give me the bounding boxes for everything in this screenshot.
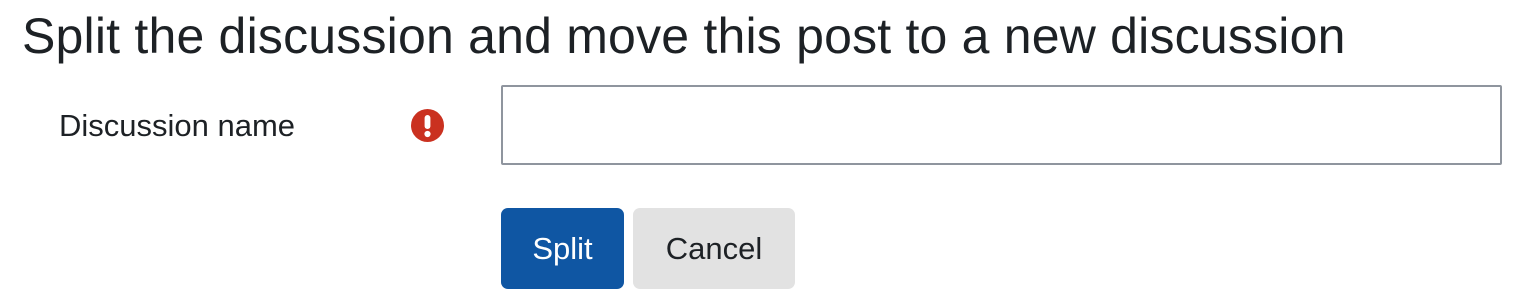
page-title: Split the discussion and move this post …	[22, 8, 1346, 64]
cancel-button[interactable]: Cancel	[633, 208, 795, 289]
required-exclamation-icon	[411, 109, 444, 142]
split-button[interactable]: Split	[501, 208, 624, 289]
discussion-name-input[interactable]	[501, 85, 1502, 165]
discussion-name-label: Discussion name	[59, 108, 296, 143]
split-discussion-page: Split the discussion and move this post …	[0, 0, 1517, 299]
